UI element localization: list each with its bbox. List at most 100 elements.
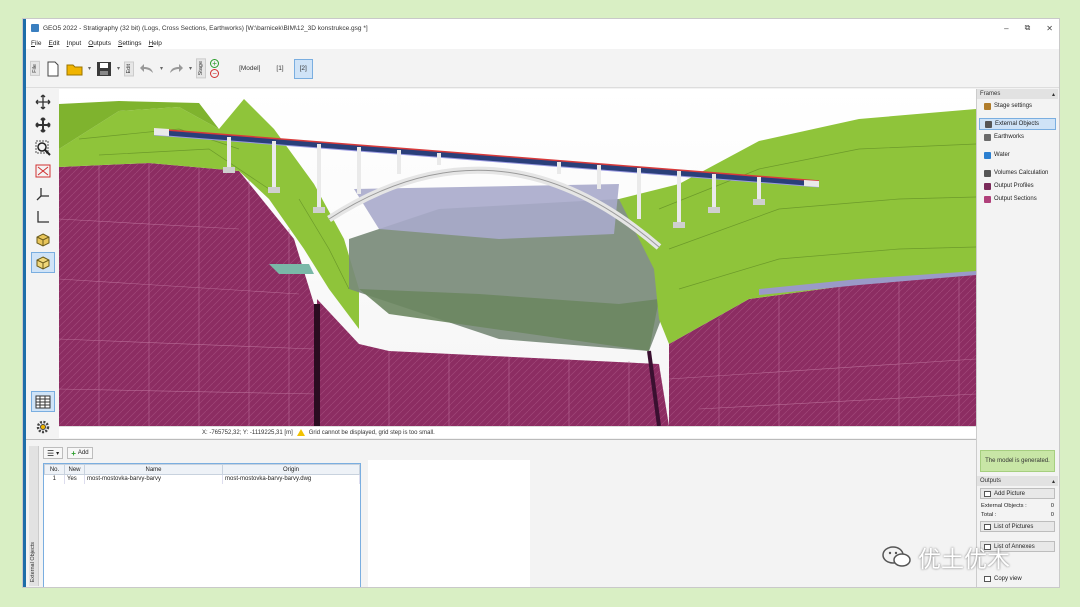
model-generated-status: The model is generated. — [980, 450, 1055, 472]
table-view-icon[interactable] — [30, 391, 55, 412]
undo-dropdown-icon[interactable]: ▾ — [160, 65, 163, 72]
cube-solid-icon[interactable] — [31, 229, 55, 250]
redo-dropdown-icon[interactable]: ▾ — [189, 65, 192, 72]
add-picture-label: Add Picture — [994, 490, 1026, 497]
column-header-new[interactable]: New — [64, 464, 85, 475]
grid-warning-message: Grid cannot be displayed, grid step is t… — [308, 429, 435, 436]
frame-earthworks[interactable]: Earthworks — [979, 131, 1056, 143]
open-dropdown-icon[interactable]: ▾ — [88, 65, 91, 72]
volumes-icon — [984, 169, 991, 177]
earthworks-icon — [984, 133, 991, 141]
frame-label: Stage settings — [994, 103, 1033, 109]
menu-edit[interactable]: Edit — [49, 40, 60, 47]
outputs-collapse-icon[interactable]: ▴ — [1052, 478, 1055, 485]
axis-2d-icon[interactable] — [31, 206, 55, 227]
close-button[interactable]: ✕ — [1046, 24, 1053, 33]
pan-move-icon[interactable] — [31, 91, 55, 112]
menu-settings[interactable]: Settings — [118, 40, 142, 47]
column-header-name[interactable]: Name — [84, 464, 223, 475]
menu-outputs[interactable]: Outputs — [88, 40, 111, 47]
output-sections-icon — [984, 195, 991, 203]
restore-button[interactable]: ⧉ — [1025, 23, 1031, 33]
add-button[interactable]: + Add — [67, 447, 93, 459]
frame-output-sections[interactable]: Output Sections — [979, 193, 1056, 205]
redo-icon[interactable] — [167, 60, 185, 78]
frame-label: Water — [994, 152, 1010, 158]
external-objects-count-value: 0 — [1050, 502, 1054, 509]
stage-model-button[interactable]: [Model] — [233, 59, 266, 79]
list-of-pictures-button[interactable]: List of Pictures — [980, 521, 1055, 532]
total-count-row: Total : 0 — [977, 510, 1058, 519]
undo-icon[interactable] — [138, 60, 156, 78]
menu-help[interactable]: Help — [148, 40, 161, 47]
frames-sidebar: Frames ▴ Stage settings External Objects… — [976, 89, 1058, 587]
zoom-extents-icon[interactable] — [31, 160, 55, 181]
external-objects-table: No. New Name Origin 1 Yes most-mostovka-… — [43, 463, 361, 587]
frames-header-label: Frames — [980, 91, 1001, 97]
app-icon — [31, 24, 39, 32]
frame-water[interactable]: Water — [979, 149, 1056, 161]
outputs-header: Outputs ▴ — [977, 476, 1058, 486]
menu-file[interactable]: File — [31, 40, 42, 47]
menu-bar: File Edit Input Outputs Settings Help — [26, 37, 1059, 49]
list-icon — [984, 523, 991, 530]
external-objects-count-row: External Objects : 0 — [977, 501, 1058, 510]
edit-group-label: Edit — [124, 60, 135, 77]
new-file-icon[interactable] — [44, 60, 62, 78]
copy-view-label: Copy view — [994, 575, 1022, 582]
cell-origin: most-mostovka-barvy-barvy.dwg — [222, 474, 360, 484]
column-header-no[interactable]: No. — [44, 464, 65, 475]
window-controls: – ⧉ ✕ — [1004, 19, 1053, 37]
frames-header: Frames ▴ — [977, 89, 1058, 99]
frame-volumes-calculation[interactable]: Volumes Calculation — [979, 167, 1056, 179]
outer-frame: GEO5 2022 - Stratigraphy (32 bit) (Logs,… — [0, 0, 1080, 607]
zoom-icon[interactable] — [31, 137, 55, 158]
column-header-origin[interactable]: Origin — [222, 464, 360, 475]
remove-stage-icon[interactable]: − — [210, 69, 220, 78]
settings-gear-icon[interactable] — [31, 416, 55, 437]
warning-icon — [296, 429, 305, 436]
object-preview-area — [368, 460, 530, 587]
view-list-dropdown[interactable]: ☰ ▾ — [43, 447, 64, 459]
menu-input[interactable]: Input — [67, 40, 81, 47]
file-group-label: File — [30, 61, 40, 76]
minimize-button[interactable]: – — [1004, 24, 1008, 33]
cell-no: 1 — [44, 474, 65, 484]
frame-output-profiles[interactable]: Output Profiles — [979, 180, 1056, 192]
frame-label: Output Sections — [994, 196, 1037, 202]
plus-icon: + — [71, 448, 76, 458]
table-row[interactable]: 1 Yes most-mostovka-barvy-barvy most-mos… — [44, 474, 360, 484]
frame-label: Volumes Calculation — [994, 170, 1049, 176]
add-stage-icon[interactable]: + — [210, 59, 220, 68]
axis-3d-icon[interactable] — [31, 183, 55, 204]
open-folder-icon[interactable] — [66, 60, 84, 78]
frame-label: Output Profiles — [994, 183, 1034, 189]
panel-side-label: External Objects — [29, 446, 39, 586]
table-header-row: No. New Name Origin — [44, 464, 360, 475]
external-objects-count-label: External Objects : — [981, 502, 1027, 509]
stage-group-label: Stage — [196, 58, 207, 79]
stage-1-button[interactable]: [1] — [270, 59, 289, 79]
cell-name: most-mostovka-barvy-barvy — [84, 474, 223, 484]
save-dropdown-icon[interactable]: ▾ — [117, 65, 120, 72]
stage-add-remove: + − — [210, 59, 220, 78]
coordinates-readout: X: -765752,32; Y: -1119225,31 [m] — [202, 429, 293, 436]
stage-2-button[interactable]: [2] — [293, 58, 313, 79]
save-icon[interactable] — [95, 60, 113, 78]
frame-external-objects[interactable]: External Objects — [979, 118, 1056, 130]
frame-label: External Objects — [995, 121, 1040, 127]
rotate-view-icon[interactable] — [31, 114, 55, 135]
copy-view-button[interactable]: Copy view — [980, 573, 1055, 584]
external-objects-icon — [985, 120, 992, 128]
frame-label: Earthworks — [994, 134, 1025, 140]
3d-model-viewport[interactable] — [59, 89, 976, 426]
cube-view-icon[interactable] — [30, 252, 55, 273]
wechat-icon — [882, 545, 912, 569]
total-count-label: Total : — [981, 511, 997, 518]
view-tools-panel — [26, 89, 59, 439]
frame-stage-settings[interactable]: Stage settings — [979, 100, 1056, 112]
total-count-value: 0 — [1050, 511, 1054, 518]
watermark: 优土优木 — [882, 540, 1010, 574]
collapse-icon[interactable]: ▴ — [1052, 91, 1055, 98]
add-picture-button[interactable]: Add Picture — [980, 488, 1055, 499]
